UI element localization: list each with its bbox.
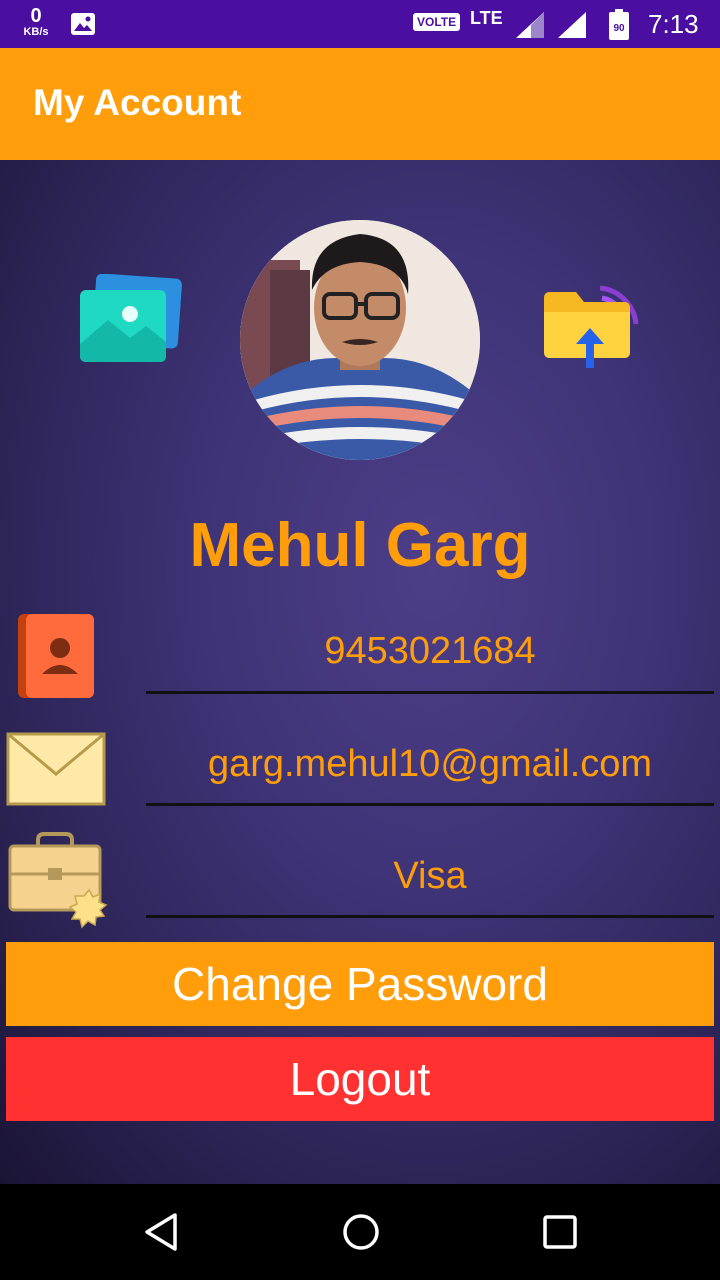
- home-icon[interactable]: [341, 1212, 381, 1257]
- photo-gallery-icon[interactable]: [78, 273, 182, 371]
- navigation-bar: [0, 1184, 720, 1280]
- recent-apps-icon[interactable]: [542, 1212, 578, 1257]
- volte-badge: VOLTE: [413, 13, 461, 31]
- status-bar: 0 KB/s VOLTE LTE 90 7:13: [0, 0, 720, 48]
- battery-icon: 90: [608, 9, 630, 46]
- email-field[interactable]: garg.mehul10@gmail.com: [146, 743, 714, 786]
- clock: 7:13: [648, 9, 699, 39]
- signal-strength-icon: [515, 11, 545, 44]
- contact-book-icon: [16, 612, 98, 705]
- envelope-icon: [6, 732, 106, 811]
- battery-level: 90: [613, 23, 625, 34]
- card-type-field-underline: [146, 915, 714, 918]
- network-speed-value: 0: [30, 5, 42, 27]
- logout-button[interactable]: Logout: [6, 1037, 714, 1121]
- folder-upload-icon[interactable]: [540, 282, 640, 375]
- change-password-button[interactable]: Change Password: [6, 942, 714, 1026]
- profile-avatar[interactable]: [240, 220, 480, 460]
- page-title: My Account: [33, 82, 242, 123]
- card-type-field[interactable]: Visa: [146, 855, 714, 898]
- account-content: Mehul Garg 9453021684 garg.mehul10@gmail…: [0, 160, 720, 1184]
- phone-field-underline: [146, 691, 714, 694]
- email-field-underline: [146, 803, 714, 806]
- image-notification-icon: [70, 12, 96, 41]
- signal-strength-icon: [557, 11, 587, 44]
- app-bar: My Account: [0, 48, 720, 160]
- profile-name: Mehul Garg: [189, 511, 531, 580]
- network-speed: 0 KB/s: [18, 6, 54, 38]
- phone-field[interactable]: 9453021684: [146, 630, 714, 673]
- briefcase-icon: [6, 830, 110, 935]
- network-type: LTE: [470, 8, 503, 28]
- back-icon[interactable]: [143, 1212, 179, 1257]
- network-speed-unit: KB/s: [23, 26, 49, 38]
